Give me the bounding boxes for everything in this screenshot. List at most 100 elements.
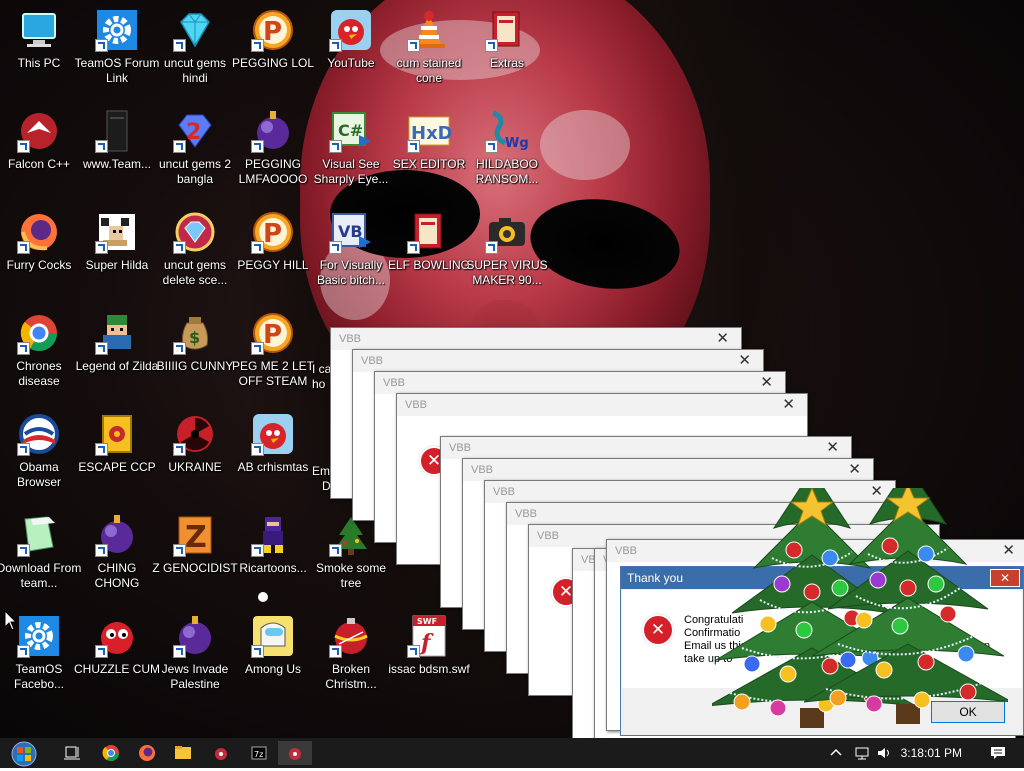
mahjong-tile-icon: [95, 412, 139, 456]
desktop-icon[interactable]: HxD SEX EDITOR: [390, 105, 468, 201]
desktop-icon-label: uncut gems hindi: [163, 56, 227, 85]
window-titlebar[interactable]: VBB ✕: [463, 459, 873, 481]
volume-icon[interactable]: [876, 745, 892, 761]
start-button[interactable]: [6, 741, 44, 767]
desktop-icon[interactable]: P PEGGING LOL: [232, 4, 314, 100]
desktop-icon[interactable]: Z Z GENOCIDIST: [152, 509, 238, 605]
close-button[interactable]: ✕: [738, 350, 751, 372]
desktop-icon[interactable]: $ BIIIIG CUNNY: [156, 307, 234, 403]
desktop-icon[interactable]: UKRAINE: [156, 408, 234, 504]
desktop-icon[interactable]: C# Visual See Sharply Eye...: [312, 105, 390, 201]
desktop-icon[interactable]: Ricartoons...: [234, 509, 312, 605]
desktop-icon-label: HILDABOO RANSOM...: [475, 157, 539, 186]
tree-ornament: [939, 605, 957, 623]
desktop-icon[interactable]: www.Team...: [78, 105, 156, 201]
tree-ornament: [839, 651, 857, 669]
network-icon[interactable]: [854, 745, 870, 761]
ninja-icon: [251, 513, 295, 557]
tree-ornament: [875, 661, 893, 679]
desktop-icon[interactable]: Among Us: [234, 610, 312, 706]
desktop-icon[interactable]: Falcon C++: [0, 105, 78, 201]
desktop-icon-label: ELF BOWLING: [387, 258, 470, 272]
desktop-icon[interactable]: SUPER VIRUS MAKER 90...: [466, 206, 548, 302]
desktop-icon[interactable]: uncut gems hindi: [156, 4, 234, 100]
desktop-icon-label: www.Team...: [82, 157, 151, 171]
desktop-icon-label: UKRAINE: [168, 460, 222, 474]
this-pc-icon: [17, 8, 61, 52]
app-icon-active[interactable]: [278, 741, 312, 765]
window-titlebar[interactable]: VBB ✕: [397, 394, 807, 416]
desktop-icon[interactable]: Broken Christm...: [312, 610, 390, 706]
notifications-icon[interactable]: [990, 745, 1006, 761]
desktop-icon[interactable]: ELF BOWLING: [388, 206, 470, 302]
close-button[interactable]: ✕: [826, 437, 839, 459]
desktop-icon[interactable]: YouTube: [312, 4, 390, 100]
chrome-icon[interactable]: [94, 741, 128, 765]
tree-ornament: [899, 579, 917, 597]
close-button[interactable]: ✕: [716, 328, 729, 350]
window-title: VBB: [339, 333, 362, 345]
purple-ball-icon: [95, 513, 139, 557]
chevron-up-icon[interactable]: [828, 745, 844, 761]
purple-ball-icon: [173, 614, 217, 658]
svg-text:2: 2: [186, 120, 201, 145]
desktop-icon[interactable]: uncut gems delete sce...: [156, 206, 234, 302]
desktop-icon[interactable]: P PEGGY HILL: [234, 206, 312, 302]
taskbar-clock[interactable]: 3:18:01 PM: [901, 738, 962, 768]
desktop-icon[interactable]: This PC: [0, 4, 78, 100]
7zip-icon[interactable]: 7z: [242, 741, 276, 765]
file-explorer-icon[interactable]: [166, 741, 200, 765]
shortcut-arrow-icon: [95, 443, 108, 456]
shortcut-arrow-icon: [95, 39, 108, 52]
app-icon[interactable]: [204, 741, 238, 765]
tree-ornament: [959, 683, 977, 701]
desktop-icon[interactable]: Legend of Zilda: [76, 307, 158, 403]
wallpaper-blotch: [540, 110, 630, 180]
svg-text:Wg: Wg: [505, 136, 529, 151]
desktop-icon[interactable]: Jews Invade Palestine: [156, 610, 234, 706]
desktop-icon[interactable]: cum stained cone: [390, 4, 468, 100]
shortcut-arrow-icon: [95, 645, 108, 658]
desktop-icon[interactable]: Extras: [468, 4, 546, 100]
desktop-icon[interactable]: SWF f issac bdsm.swf: [388, 610, 470, 706]
desktop-icon[interactable]: Super Hilda: [78, 206, 156, 302]
close-button[interactable]: ✕: [782, 394, 795, 416]
desktop-icon[interactable]: TeamOS Forum Link: [75, 4, 159, 100]
window-titlebar[interactable]: VBB ✕: [353, 350, 763, 372]
desktop-icon[interactable]: PEGGING LMFAOOOO: [234, 105, 312, 201]
desktop-icon[interactable]: 2 uncut gems 2 bangla: [156, 105, 234, 201]
desktop-icon[interactable]: Obama Browser: [0, 408, 78, 504]
close-button[interactable]: ✕: [760, 372, 773, 394]
vlc-cone-icon: [407, 8, 451, 52]
shortcut-arrow-icon: [329, 140, 342, 153]
shortcut-arrow-icon: [17, 140, 30, 153]
pixel-dog-icon: [95, 210, 139, 254]
firefox-icon: [17, 210, 61, 254]
shortcut-arrow-icon: [407, 140, 420, 153]
desktop-icon[interactable]: Furry Cocks: [0, 206, 78, 302]
firefox-icon[interactable]: [130, 741, 164, 765]
desktop-icon[interactable]: Wg HILDABOO RANSOM...: [468, 105, 546, 201]
window-titlebar[interactable]: VBB ✕: [441, 437, 851, 459]
desktop-icon[interactable]: AB crhismtas: [234, 408, 312, 504]
shortcut-arrow-icon: [95, 342, 108, 355]
z-icon: Z: [173, 513, 217, 557]
desktop-icon-label: Broken Christm...: [325, 662, 377, 691]
desktop-icon[interactable]: CHING CHONG: [78, 509, 156, 605]
desktop-icon[interactable]: CHUZZLE CUM: [74, 610, 160, 706]
window-titlebar[interactable]: VBB ✕: [375, 372, 785, 394]
desktop-icon-label: For Visually Basic bitch...: [316, 258, 386, 287]
desktop-icon[interactable]: VB For Visually Basic bitch...: [312, 206, 390, 302]
shortcut-arrow-icon: [329, 645, 342, 658]
window-titlebar[interactable]: VBB ✕: [331, 328, 741, 350]
close-button[interactable]: ✕: [848, 459, 861, 481]
desktop-icon[interactable]: P PEG ME 2 LET OFF STEAM: [232, 307, 314, 403]
svg-text:7z: 7z: [254, 750, 263, 759]
desktop-icon[interactable]: ESCAPE CCP: [78, 408, 156, 504]
desktop-icon-label: BIIIIG CUNNY: [156, 359, 234, 373]
task-view-icon[interactable]: [56, 741, 90, 765]
dark-file-icon: [95, 109, 139, 153]
desktop-icon[interactable]: Download From team...: [0, 509, 81, 605]
desktop-icon-label: AB crhismtas: [237, 460, 309, 474]
desktop-icon[interactable]: Chrones disease: [0, 307, 78, 403]
